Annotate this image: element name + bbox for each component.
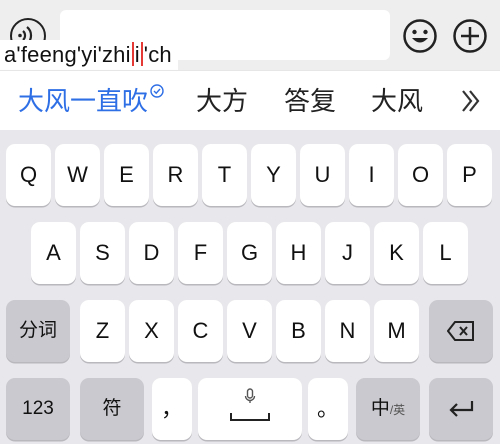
key-o[interactable]: O (398, 144, 443, 206)
key-v[interactable]: V (227, 300, 272, 362)
key-r[interactable]: R (153, 144, 198, 206)
segment-key[interactable]: 分词 (6, 300, 70, 362)
pinyin-composition: a'feeng'yi'zhi i'ch (0, 40, 178, 70)
candidate-bar: 大风一直吹 大方 答复 大风 (0, 70, 500, 130)
keyboard: Q W E R T Y U I O P A S D F G H J K L 分词… (0, 130, 500, 444)
smiley-icon (403, 19, 437, 53)
key-h[interactable]: H (276, 222, 321, 284)
key-g[interactable]: G (227, 222, 272, 284)
pinyin-text-3: 'ch (143, 42, 172, 67)
candidate-2[interactable]: 大方 (196, 71, 248, 131)
check-circle-icon (150, 84, 164, 98)
language-switch-key[interactable]: 中/英 (356, 378, 420, 440)
enter-icon (449, 401, 474, 417)
candidate-3-label: 答复 (284, 86, 337, 116)
text-caret (140, 42, 143, 66)
plus-circle-icon (453, 19, 487, 53)
expand-candidates-button[interactable] (454, 85, 486, 117)
key-s[interactable]: S (80, 222, 125, 284)
key-k[interactable]: K (374, 222, 419, 284)
key-d[interactable]: D (129, 222, 174, 284)
text-caret (131, 42, 134, 66)
key-t[interactable]: T (202, 144, 247, 206)
key-i[interactable]: I (349, 144, 394, 206)
key-n[interactable]: N (325, 300, 370, 362)
candidate-4-label: 大风 (371, 86, 424, 116)
key-m[interactable]: M (374, 300, 419, 362)
space-bar-icon (230, 413, 270, 421)
microphone-icon (244, 388, 256, 403)
enter-key[interactable] (429, 378, 493, 440)
emoji-button[interactable] (402, 18, 438, 54)
key-u[interactable]: U (300, 144, 345, 206)
language-main-label: 中 (370, 398, 390, 419)
key-l[interactable]: L (423, 222, 468, 284)
comma-key[interactable]: ， (152, 378, 192, 440)
key-b[interactable]: B (276, 300, 321, 362)
candidate-3[interactable]: 答复 (284, 71, 336, 131)
backspace-icon (447, 321, 474, 341)
backspace-key[interactable] (429, 300, 493, 362)
key-f[interactable]: F (178, 222, 223, 284)
pinyin-text-2: i (134, 42, 140, 67)
candidate-4[interactable]: 大风 (371, 71, 423, 131)
candidate-1[interactable]: 大风一直吹 (18, 71, 164, 131)
candidate-2-label: 大方 (196, 86, 249, 116)
candidate-1-label: 大风一直吹 (18, 86, 149, 116)
key-j[interactable]: J (325, 222, 370, 284)
key-c[interactable]: C (178, 300, 223, 362)
symbols-key[interactable]: 符 (80, 378, 144, 440)
key-p[interactable]: P (447, 144, 492, 206)
key-a[interactable]: A (31, 222, 76, 284)
key-y[interactable]: Y (251, 144, 296, 206)
pinyin-text-1: a'feeng'yi'zhi (4, 42, 131, 67)
more-functions-button[interactable] (452, 18, 488, 54)
key-x[interactable]: X (129, 300, 174, 362)
key-q[interactable]: Q (6, 144, 51, 206)
period-key[interactable]: 。 (308, 378, 348, 440)
double-chevron-right-icon (462, 90, 480, 112)
language-sub-label: /英 (389, 403, 406, 417)
numbers-key[interactable]: 123 (6, 378, 70, 440)
space-key[interactable] (198, 378, 302, 440)
key-z[interactable]: Z (80, 300, 125, 362)
chat-input-bar: a'feeng'yi'zhi i'ch (0, 0, 500, 70)
key-e[interactable]: E (104, 144, 149, 206)
key-w[interactable]: W (55, 144, 100, 206)
